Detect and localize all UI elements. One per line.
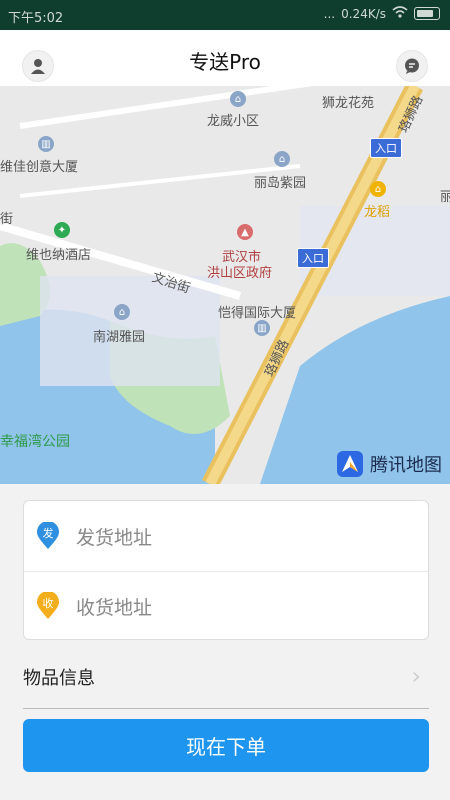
building-poi-icon: ▥ bbox=[254, 320, 270, 336]
item-info-row[interactable]: 物品信息 › bbox=[23, 648, 429, 709]
map-view[interactable]: 狮龙花苑 ⌂ 龙威小区 ▥ 维佳创意大厦 ⌂ 丽岛紫园 ⌂ 龙稻 丽 街 ✦ 维… bbox=[0, 86, 450, 484]
map-label-hongshan: 洪山区政府 bbox=[207, 266, 273, 281]
receive-tag: 收 bbox=[42, 597, 54, 610]
map-label-li: 丽 bbox=[440, 190, 450, 205]
ship-address-row[interactable]: 发 发货地址 bbox=[24, 501, 428, 572]
map-label-weijia: 维佳创意大厦 bbox=[0, 160, 79, 175]
status-right: ... 0.24K/s bbox=[324, 6, 440, 21]
map-brand-text: 腾讯地图 bbox=[370, 455, 442, 476]
hotel-poi-icon: ✦ bbox=[54, 222, 70, 238]
residence-poi-icon: ⌂ bbox=[274, 151, 290, 167]
building-poi-icon: ▥ bbox=[38, 136, 54, 152]
receive-pin-icon: 收 bbox=[36, 591, 60, 620]
shop-poi-icon: ⌂ bbox=[370, 181, 386, 197]
map-label-nanhu: 南湖雅园 bbox=[93, 330, 146, 345]
government-poi-icon: ▲ bbox=[237, 224, 253, 240]
entrance-tag: 入口 bbox=[297, 248, 329, 268]
map-label-kaide: 恺得国际大厦 bbox=[218, 306, 297, 321]
map-brand: 腾讯地图 bbox=[336, 450, 442, 478]
place-order-button[interactable]: 现在下单 bbox=[23, 719, 429, 772]
map-label-shilong: 狮龙花苑 bbox=[322, 96, 375, 111]
address-card: 发 发货地址 收 收货地址 bbox=[23, 500, 429, 640]
status-bar: 下午5:02 ... 0.24K/s bbox=[0, 0, 450, 30]
ship-pin-icon: 发 bbox=[36, 521, 60, 550]
chevron-right-icon: › bbox=[411, 662, 421, 690]
signal-dots: ... bbox=[323, 6, 336, 21]
page-title: 专送Pro bbox=[189, 50, 261, 74]
item-info-label: 物品信息 bbox=[23, 668, 95, 689]
ship-address-label: 发货地址 bbox=[76, 526, 153, 549]
status-time: 下午5:02 bbox=[8, 11, 64, 26]
entrance-tag: 入口 bbox=[370, 138, 402, 158]
residence-poi-icon: ⌂ bbox=[230, 91, 246, 107]
residence-poi-icon: ⌂ bbox=[114, 304, 130, 320]
battery-icon bbox=[414, 7, 440, 20]
wifi-icon bbox=[392, 6, 408, 21]
map-label-longdao: 龙稻 bbox=[364, 205, 391, 220]
message-icon[interactable] bbox=[396, 50, 428, 82]
ship-tag: 发 bbox=[42, 527, 54, 540]
tencent-map-logo-icon bbox=[337, 451, 363, 477]
map-label-xingfuwan: 幸福湾公园 bbox=[0, 434, 70, 450]
map-label-longwei: 龙威小区 bbox=[207, 114, 260, 129]
map-label-weiyena: 维也纳酒店 bbox=[26, 248, 92, 263]
network-speed: 0.24K/s bbox=[341, 6, 386, 21]
map-label-jie: 街 bbox=[0, 212, 14, 227]
receive-address-label: 收货地址 bbox=[76, 596, 153, 619]
map-label-lidao: 丽岛紫园 bbox=[254, 176, 307, 191]
receive-address-row[interactable]: 收 收货地址 bbox=[24, 571, 428, 641]
app-header: 专送Pro bbox=[0, 30, 450, 86]
